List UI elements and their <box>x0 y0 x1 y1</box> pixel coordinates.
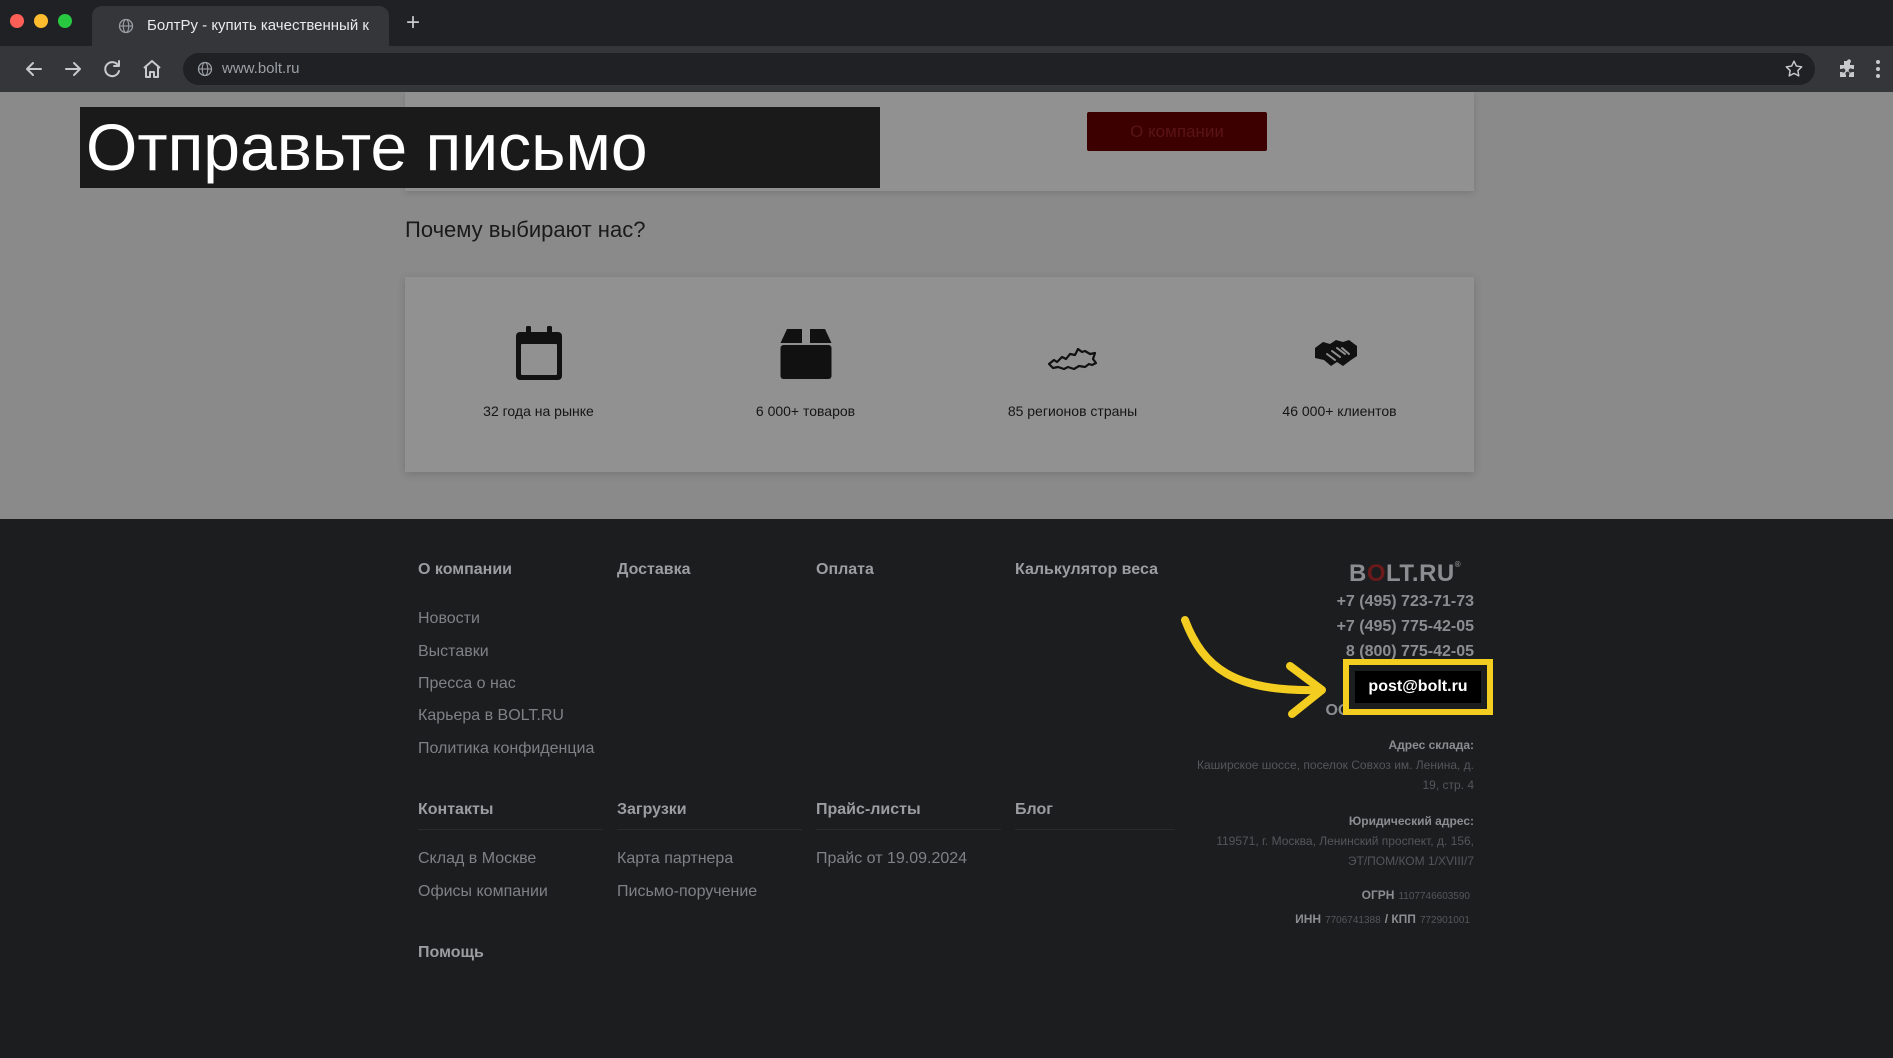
email-highlight-box: post@bolt.ru <box>1343 659 1493 715</box>
footer-heading-delivery[interactable]: Доставка <box>617 561 691 579</box>
footer-heading-payment[interactable]: Оплата <box>816 561 874 579</box>
forward-arrow-icon[interactable] <box>61 57 85 81</box>
logo-accent: O <box>1366 560 1387 587</box>
stat-label: 46 000+ клиентов <box>1282 403 1397 419</box>
inn-label: ИНН <box>1295 912 1322 926</box>
legal-address: 119571, г. Москва, Ленинский проспект, д… <box>1216 834 1474 868</box>
divider <box>617 829 802 830</box>
reload-icon[interactable] <box>100 57 124 81</box>
footer-link-warehouse[interactable]: Склад в Москве <box>418 850 536 868</box>
russia-map-icon <box>1047 347 1098 371</box>
divider <box>418 829 603 830</box>
bookmark-star-icon[interactable] <box>1783 58 1805 80</box>
phone-2[interactable]: +7 (495) 775-42-05 <box>1337 618 1474 636</box>
browser-tab-bar: БолтРу - купить качественный к + <box>0 0 1893 46</box>
warehouse-address-label: Адрес склада: <box>1388 738 1474 752</box>
footer-link-career[interactable]: Карьера в BOLT.RU <box>418 707 564 725</box>
divider <box>1015 829 1175 830</box>
tutorial-caption: Отправьте письмо <box>80 107 880 188</box>
phone-1[interactable]: +7 (495) 723-71-73 <box>1337 593 1474 611</box>
footer-heading-contacts[interactable]: Контакты <box>418 801 493 819</box>
browser-menu-icon[interactable] <box>1866 57 1890 81</box>
site-footer: О компании Доставка Оплата Калькулятор в… <box>0 519 1893 1058</box>
highlight-arrow-icon <box>1181 616 1326 718</box>
calendar-icon <box>516 326 562 380</box>
kpp-label: / КПП <box>1384 912 1416 926</box>
stat-label: 6 000+ товаров <box>755 403 856 419</box>
stat-label: 85 регионов страны <box>1007 403 1138 419</box>
footer-link-exhibitions[interactable]: Выставки <box>418 643 489 661</box>
inn-value: 7706741388 <box>1325 915 1381 926</box>
ogrn-row: ОГРН 1107746603590 <box>1362 888 1474 902</box>
browser-tab[interactable]: БолтРу - купить качественный к <box>92 6 389 46</box>
caption-text: Отправьте письмо <box>86 110 648 184</box>
why-us-title: Почему выбирают нас? <box>405 217 646 242</box>
stat-label: 32 года на рынке <box>483 403 594 419</box>
footer-link-payment-order[interactable]: Письмо-поручение <box>617 883 757 901</box>
site-info-icon[interactable] <box>197 61 213 77</box>
globe-icon <box>118 18 134 34</box>
new-tab-button[interactable]: + <box>400 10 426 36</box>
tab-title: БолтРу - купить качественный к <box>147 17 369 34</box>
ogrn-label: ОГРН <box>1361 888 1395 902</box>
kpp-value: 772901001 <box>1419 915 1470 926</box>
ogrn-value: 1107746603590 <box>1398 891 1470 902</box>
footer-link-price-list[interactable]: Прайс от 19.09.2024 <box>816 850 967 868</box>
browser-toolbar: www.bolt.ru <box>0 46 1893 92</box>
logo-text: LT.RU <box>1386 560 1455 587</box>
page-content: О компании Почему выбирают нас? 32 года … <box>0 92 1893 1058</box>
stat-years: 32 года на рынке <box>405 277 672 472</box>
stat-regions: 85 регионов страны <box>939 277 1206 472</box>
footer-link-news[interactable]: Новости <box>418 610 480 628</box>
stat-products: 6 000+ товаров <box>672 277 939 472</box>
window-close-button[interactable] <box>10 14 24 28</box>
footer-heading-help[interactable]: Помощь <box>418 944 484 962</box>
handshake-icon <box>1315 340 1357 366</box>
home-icon[interactable] <box>140 57 164 81</box>
box-icon <box>780 329 832 379</box>
warehouse-address: Каширское шоссе, поселок Совхоз им. Лени… <box>1197 758 1474 792</box>
email-link[interactable]: post@bolt.ru <box>1355 671 1481 703</box>
inn-kpp-row: ИНН 7706741388/ КПП 772901001 <box>1295 912 1474 926</box>
footer-heading-blog[interactable]: Блог <box>1015 801 1053 819</box>
footer-link-offices[interactable]: Офисы компании <box>418 883 548 901</box>
footer-link-privacy[interactable]: Политика конфиденциа <box>418 740 594 758</box>
divider <box>816 829 1001 830</box>
footer-heading-about[interactable]: О компании <box>418 561 512 579</box>
extensions-puzzle-icon[interactable] <box>1835 57 1859 81</box>
bolt-logo[interactable]: BOLT.RU® <box>1349 560 1474 588</box>
window-minimize-button[interactable] <box>34 14 48 28</box>
stat-clients: 46 000+ клиентов <box>1206 277 1473 472</box>
window-maximize-button[interactable] <box>58 14 72 28</box>
footer-link-partner-card[interactable]: Карта партнера <box>617 850 733 868</box>
footer-heading-prices[interactable]: Прайс-листы <box>816 801 921 819</box>
url-text: www.bolt.ru <box>222 60 300 77</box>
about-company-button[interactable]: О компании <box>1087 112 1267 151</box>
footer-link-press[interactable]: Пресса о нас <box>418 675 516 693</box>
address-bar[interactable]: www.bolt.ru <box>183 53 1815 85</box>
back-arrow-icon[interactable] <box>22 57 46 81</box>
logo-registered-mark: ® <box>1454 560 1462 569</box>
footer-heading-calculator[interactable]: Калькулятор веса <box>1015 561 1158 579</box>
footer-heading-downloads[interactable]: Загрузки <box>617 801 687 819</box>
logo-text: B <box>1349 560 1367 587</box>
legal-address-label: Юридический адрес: <box>1348 814 1474 828</box>
stats-card: 32 года на рынке 6 000+ товаров 85 регио… <box>405 277 1474 472</box>
